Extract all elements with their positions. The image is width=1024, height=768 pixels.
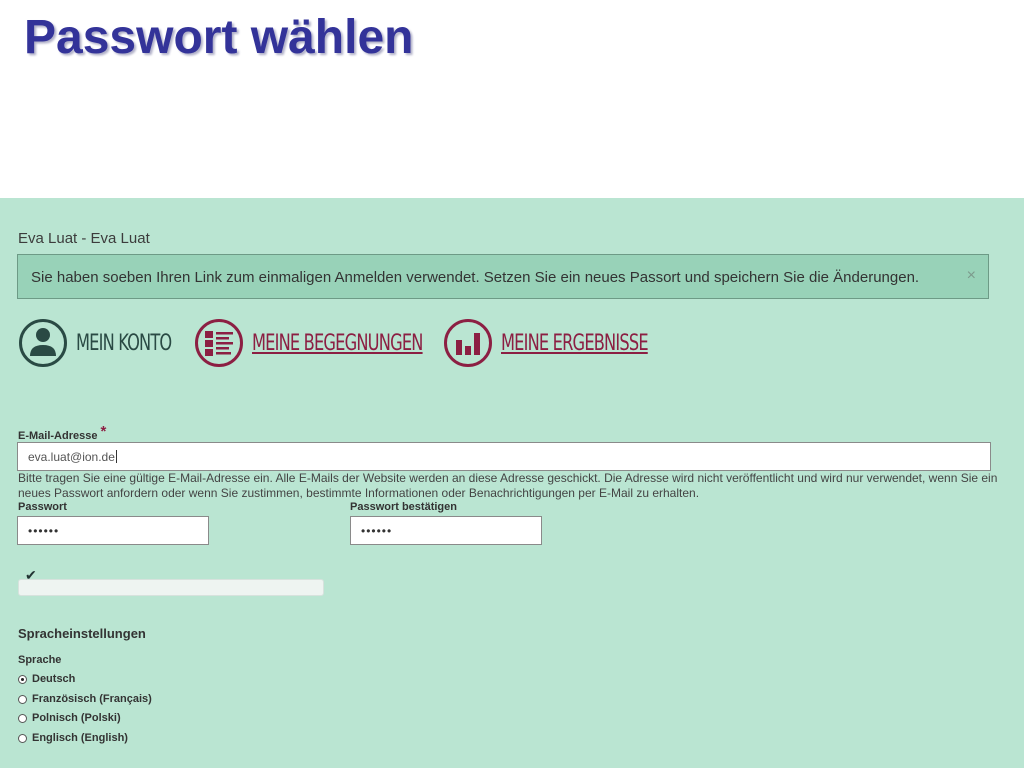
email-field[interactable]: eva.luat@ion.de <box>17 442 991 471</box>
language-section-title: Spracheinstellungen <box>18 626 146 641</box>
password-strength-bar <box>18 579 324 596</box>
nav-my-results[interactable]: MEINE ERGEBNISSE <box>443 318 680 368</box>
alert-message: Sie haben soeben Ihren Link zum einmalig… <box>31 269 920 286</box>
email-description: Bitte tragen Sie eine gültige E-Mail-Adr… <box>18 471 998 500</box>
required-marker: * <box>100 423 107 440</box>
nav-my-account[interactable]: MEIN KONTO <box>18 318 192 368</box>
nav-my-account-label: MEIN KONTO <box>76 330 172 356</box>
radio-button[interactable] <box>18 694 27 704</box>
password-label: Passwort <box>18 501 67 513</box>
user-icon <box>19 319 67 367</box>
password-field[interactable]: •••••• <box>17 516 209 545</box>
status-alert: Sie haben soeben Ihren Link zum einmalig… <box>17 254 989 299</box>
user-name-line: Eva Luat - Eva Luat <box>18 230 150 247</box>
nav-my-encounters[interactable]: MEINE BEGEGNUNGEN <box>194 318 460 368</box>
nav-my-results-label: MEINE ERGEBNISSE <box>501 330 649 356</box>
list-icon <box>195 319 243 367</box>
language-label: Sprache <box>18 654 62 666</box>
language-option-fr[interactable]: Französisch (Français) <box>18 693 152 705</box>
radio-button-selected[interactable] <box>18 674 27 684</box>
account-panel: Eva Luat - Eva Luat Sie haben soeben Ihr… <box>0 198 1024 768</box>
slide-title: Passwort wählen <box>24 11 414 64</box>
radio-button[interactable] <box>18 733 27 743</box>
language-option-pl[interactable]: Polnisch (Polski) <box>18 712 121 724</box>
close-icon[interactable]: × <box>967 267 976 285</box>
password-confirm-field[interactable]: •••••• <box>350 516 542 545</box>
bar-chart-icon <box>444 319 492 367</box>
language-option-en[interactable]: Englisch (English) <box>18 732 128 744</box>
password-confirm-label: Passwort bestätigen <box>350 501 457 513</box>
language-option-de[interactable]: Deutsch <box>18 673 75 685</box>
nav-my-encounters-label: MEINE BEGEGNUNGEN <box>252 330 423 356</box>
radio-button[interactable] <box>18 713 27 723</box>
email-label: E-Mail-Adresse * <box>18 423 107 442</box>
